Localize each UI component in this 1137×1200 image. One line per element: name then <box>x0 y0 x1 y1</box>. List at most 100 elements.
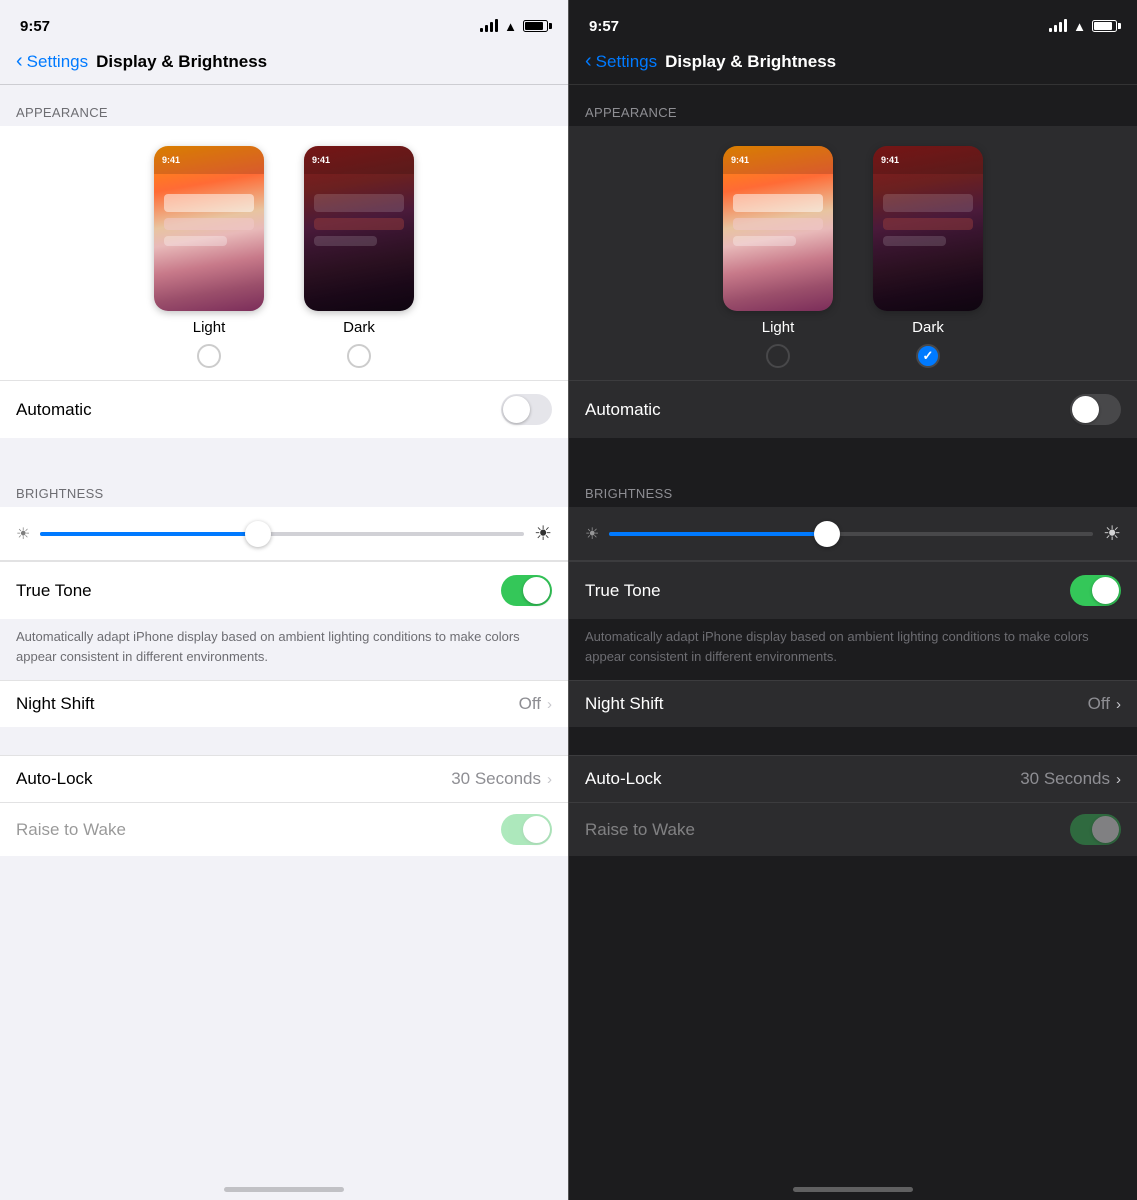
autolock-section-light: Auto-Lock 30 Seconds › Raise to Wake <box>0 755 568 856</box>
automatic-toggle-light[interactable] <box>501 394 552 425</box>
sun-small-icon-light: ☀ <box>16 524 30 544</box>
battery-icon-light <box>523 20 548 32</box>
appearance-card-dark: 9:41 Light 9:41 <box>569 126 1137 438</box>
true-tone-desc-dark: Automatically adapt iPhone display based… <box>585 627 1121 666</box>
battery-icon-dark <box>1092 20 1117 32</box>
true-tone-desc-light: Automatically adapt iPhone display based… <box>16 627 552 666</box>
true-tone-desc-row-dark: Automatically adapt iPhone display based… <box>569 619 1137 680</box>
wifi-icon-dark: ▲ <box>1073 19 1086 34</box>
home-indicator-dark <box>793 1187 913 1192</box>
phone-status-light: 9:41 <box>154 146 264 174</box>
appearance-card-light: 9:41 Light 9:41 <box>0 126 568 438</box>
brightness-slider-row-light: ☀ ☀ <box>0 507 568 561</box>
appearance-options-light: 9:41 Light 9:41 <box>0 126 568 380</box>
appearance-option-dark[interactable]: 9:41 Dark <box>304 146 414 368</box>
night-shift-label-dark: Night Shift <box>585 694 663 714</box>
light-label: Light <box>193 319 226 336</box>
auto-lock-chevron-light: › <box>547 771 552 788</box>
page-title-light: Display & Brightness <box>96 52 267 72</box>
partial-row-light: Raise to Wake <box>0 802 568 856</box>
dark-radio-dark[interactable]: ✓ <box>916 344 940 368</box>
light-label-d: Light <box>762 319 795 336</box>
back-button-light[interactable]: ‹ Settings <box>16 52 88 72</box>
auto-lock-row-light[interactable]: Auto-Lock 30 Seconds › <box>0 755 568 802</box>
dark-radio-light[interactable] <box>347 344 371 368</box>
true-tone-toggle-light[interactable] <box>501 575 552 606</box>
brightness-card-dark: ☀ ☀ True Tone <box>569 507 1137 619</box>
appearance-header-light: APPEARANCE <box>0 85 568 126</box>
back-button-dark[interactable]: ‹ Settings <box>585 52 657 72</box>
brightness-slider-row-dark: ☀ ☀ <box>569 507 1137 561</box>
phone-preview-light-d: 9:41 <box>723 146 833 311</box>
autolock-section-dark: Auto-Lock 30 Seconds › Raise to Wake <box>569 755 1137 856</box>
phone-preview-dark: 9:41 <box>304 146 414 311</box>
home-indicator-light <box>224 1187 344 1192</box>
auto-lock-value-dark: 30 Seconds › <box>1020 769 1121 789</box>
true-tone-row-dark: True Tone <box>569 561 1137 619</box>
nav-bar-dark: ‹ Settings Display & Brightness <box>569 44 1137 85</box>
back-label-light: Settings <box>27 52 88 72</box>
appearance-options-dark: 9:41 Light 9:41 <box>569 126 1137 380</box>
page-title-dark: Display & Brightness <box>665 52 836 72</box>
appearance-option-light[interactable]: 9:41 Light <box>154 146 264 368</box>
partial-label-dark: Raise to Wake <box>585 820 695 840</box>
light-radio-light[interactable] <box>197 344 221 368</box>
brightness-slider-light[interactable] <box>40 532 524 536</box>
auto-lock-row-dark[interactable]: Auto-Lock 30 Seconds › <box>569 755 1137 802</box>
status-bar-light: 9:57 ▲ <box>0 0 568 44</box>
back-chevron-icon-dark: ‹ <box>585 51 592 71</box>
automatic-row-light: Automatic <box>0 380 568 438</box>
time-light: 9:57 <box>20 18 50 35</box>
night-shift-chevron-dark: › <box>1116 696 1121 713</box>
back-label-dark: Settings <box>596 52 657 72</box>
night-shift-label-light: Night Shift <box>16 694 94 714</box>
raise-to-wake-toggle-light[interactable] <box>501 814 552 845</box>
raise-to-wake-toggle-dark[interactable] <box>1070 814 1121 845</box>
night-shift-value-light: Off › <box>519 694 552 714</box>
night-shift-row-dark[interactable]: Night Shift Off › <box>569 680 1137 727</box>
partial-label-light: Raise to Wake <box>16 820 126 840</box>
true-tone-row-light: True Tone <box>0 561 568 619</box>
night-shift-chevron-light: › <box>547 696 552 713</box>
sun-small-icon-dark: ☀ <box>585 524 599 544</box>
phone-status-dark: 9:41 <box>304 146 414 174</box>
auto-lock-chevron-dark: › <box>1116 771 1121 788</box>
auto-lock-value-light: 30 Seconds › <box>451 769 552 789</box>
brightness-header-light: BRIGHTNESS <box>0 466 568 507</box>
automatic-label-dark: Automatic <box>585 400 661 420</box>
nav-bar-light: ‹ Settings Display & Brightness <box>0 44 568 85</box>
true-tone-toggle-dark[interactable] <box>1070 575 1121 606</box>
appearance-option-dark-d[interactable]: 9:41 Dark ✓ <box>873 146 983 368</box>
dark-panel: 9:57 ▲ ‹ Settings Display & Brightness A… <box>569 0 1137 1200</box>
true-tone-label-light: True Tone <box>16 581 92 601</box>
brightness-section-dark: BRIGHTNESS ☀ ☀ True Tone Automatically <box>569 466 1137 727</box>
dark-label-d: Dark <box>912 319 944 336</box>
automatic-label-light: Automatic <box>16 400 92 420</box>
automatic-toggle-dark[interactable] <box>1070 394 1121 425</box>
signal-icon-dark <box>1049 20 1067 32</box>
brightness-slider-dark[interactable] <box>609 532 1093 536</box>
true-tone-desc-row-light: Automatically adapt iPhone display based… <box>0 619 568 680</box>
status-icons-light: ▲ <box>480 19 548 34</box>
back-chevron-icon-light: ‹ <box>16 51 23 71</box>
status-icons-dark: ▲ <box>1049 19 1117 34</box>
night-shift-value-dark: Off › <box>1088 694 1121 714</box>
signal-icon-light <box>480 20 498 32</box>
phone-preview-light: 9:41 <box>154 146 264 311</box>
night-shift-row-light[interactable]: Night Shift Off › <box>0 680 568 727</box>
phone-strips-dark <box>314 194 404 246</box>
status-bar-dark: 9:57 ▲ <box>569 0 1137 44</box>
true-tone-label-dark: True Tone <box>585 581 661 601</box>
check-icon-dark: ✓ <box>923 348 934 364</box>
appearance-header-dark: APPEARANCE <box>569 85 1137 126</box>
auto-lock-label-dark: Auto-Lock <box>585 769 662 789</box>
phone-strips-light <box>164 194 254 246</box>
phone-preview-dark-d: 9:41 <box>873 146 983 311</box>
appearance-option-light-d[interactable]: 9:41 Light <box>723 146 833 368</box>
brightness-header-dark: BRIGHTNESS <box>569 466 1137 507</box>
light-panel: 9:57 ▲ ‹ Settings Display & Brightness A… <box>0 0 568 1200</box>
wifi-icon-light: ▲ <box>504 19 517 34</box>
brightness-card-light: ☀ ☀ True Tone <box>0 507 568 619</box>
light-radio-dark[interactable] <box>766 344 790 368</box>
time-dark: 9:57 <box>589 18 619 35</box>
